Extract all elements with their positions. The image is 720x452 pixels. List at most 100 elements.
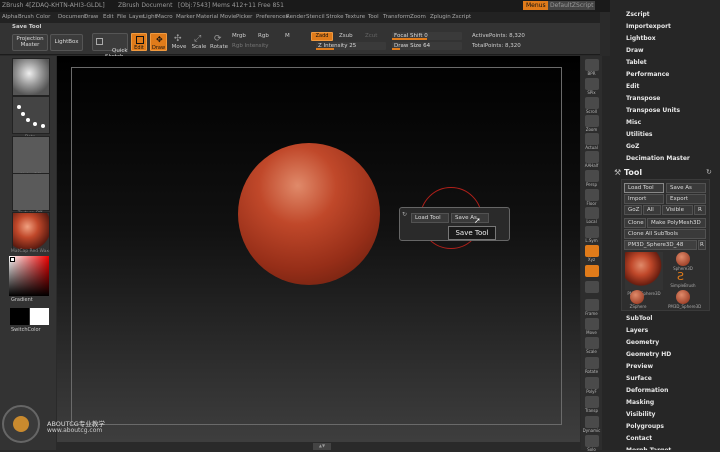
scroll-icon[interactable] <box>585 97 599 109</box>
rotate-icon[interactable] <box>585 357 599 369</box>
zoom-icon[interactable] <box>585 115 599 127</box>
tool-thumb-sphere3d[interactable] <box>676 252 690 266</box>
menu-stroke[interactable]: Stroke <box>326 14 344 20</box>
menu-material[interactable]: Material <box>196 14 218 20</box>
clone-all-subtools-button[interactable]: Clone All SubTools <box>624 229 706 239</box>
quick-sketch-button[interactable]: Quick Sketch <box>92 33 128 60</box>
alpha-thumbnail[interactable] <box>12 136 50 174</box>
draw-button[interactable]: ✥ Draw <box>150 33 167 51</box>
bpr-icon[interactable] <box>585 59 599 71</box>
zsub-button[interactable]: Zsub <box>339 33 353 39</box>
all-button[interactable]: All <box>643 205 661 215</box>
menu-macro[interactable]: Macro <box>156 14 173 20</box>
palette-misc[interactable]: Misc <box>626 119 641 126</box>
m-button[interactable]: M <box>285 33 290 39</box>
palette-geometry-hd[interactable]: Geometry HD <box>626 351 671 358</box>
actual-icon[interactable] <box>585 133 599 145</box>
popup-refresh-icon[interactable]: ↻ <box>402 211 407 218</box>
menu-render[interactable]: Render <box>286 14 306 20</box>
menu-preferences[interactable]: Preferences <box>256 14 288 20</box>
menu-stencil[interactable]: Stencil <box>306 14 325 20</box>
menu-tool[interactable]: Tool <box>368 14 379 20</box>
menu-draw[interactable]: Draw <box>84 14 98 20</box>
tool-palette-title[interactable]: Tool <box>624 168 642 177</box>
save-as-button[interactable]: Save As <box>666 183 706 193</box>
default-zscript-button[interactable]: DefaultZScript <box>548 1 596 10</box>
clone-button[interactable]: Clone <box>624 218 646 228</box>
spix-icon[interactable] <box>585 78 599 90</box>
menu-transform[interactable]: Transform <box>383 14 410 20</box>
current-tool-slider[interactable]: PM3D_Sphere3D_48 <box>624 240 697 250</box>
menu-alpha[interactable]: Alpha <box>2 14 18 20</box>
rgb-button[interactable]: Rgb <box>258 33 269 39</box>
secondary-color-swatch[interactable] <box>30 308 49 325</box>
shelf-11-icon[interactable] <box>585 265 599 277</box>
solo-icon[interactable] <box>585 435 599 447</box>
goz-button[interactable]: GoZ <box>624 205 642 215</box>
menu-color[interactable]: Color <box>36 14 50 20</box>
zcut-button[interactable]: Zcut <box>365 33 377 39</box>
visible-button[interactable]: Visible <box>662 205 693 215</box>
export-button[interactable]: Export <box>666 194 706 204</box>
gradient-label[interactable]: Gradient <box>11 297 33 303</box>
palette-decimation-master[interactable]: Decimation Master <box>626 155 690 162</box>
palette-goz[interactable]: GoZ <box>626 143 639 150</box>
menu-light[interactable]: Light <box>143 14 157 20</box>
palette-layers[interactable]: Layers <box>626 327 648 334</box>
simplebrush-icon[interactable]: Ƨ <box>677 270 684 283</box>
palette-surface[interactable]: Surface <box>626 375 652 382</box>
mrgb-button[interactable]: Mrgb <box>232 33 246 39</box>
texture-thumbnail[interactable] <box>12 173 50 211</box>
menu-movie[interactable]: Movie <box>220 14 236 20</box>
draw-size-slider[interactable]: Draw Size 64 <box>392 42 462 50</box>
primary-color-swatch[interactable] <box>10 308 29 325</box>
menu-zscript[interactable]: Zscript <box>452 14 471 20</box>
palette-masking[interactable]: Masking <box>626 399 654 406</box>
main-color-swatch[interactable] <box>10 257 15 262</box>
menu-zplugin[interactable]: Zplugin <box>430 14 451 20</box>
color-picker[interactable] <box>9 256 49 296</box>
menu-picker[interactable]: Picker <box>236 14 252 20</box>
palette-polygroups[interactable]: Polygroups <box>626 423 664 430</box>
palette-tablet[interactable]: Tablet <box>626 59 647 66</box>
palette-subtool[interactable]: SubTool <box>626 315 652 322</box>
palette-visibility[interactable]: Visibility <box>626 411 655 418</box>
palette-deformation[interactable]: Deformation <box>626 387 668 394</box>
menu-document[interactable]: Document <box>58 14 87 20</box>
transp-icon[interactable] <box>585 396 599 408</box>
palette-transpose-units[interactable]: Transpose Units <box>626 107 680 114</box>
menu-file[interactable]: File <box>117 14 126 20</box>
palette-transpose[interactable]: Transpose <box>626 95 660 102</box>
palette-zscript[interactable]: Zscript <box>626 11 650 18</box>
tool-thumb-zsphere[interactable] <box>630 290 644 304</box>
rotate-button[interactable]: ⟳ Rotate <box>210 34 228 50</box>
menu-brush[interactable]: Brush <box>18 14 34 20</box>
palette-preview[interactable]: Preview <box>626 363 653 370</box>
menu-zoom[interactable]: Zoom <box>410 14 426 20</box>
import-button[interactable]: Import <box>624 194 664 204</box>
palette-geometry[interactable]: Geometry <box>626 339 659 346</box>
z-intensity-slider[interactable]: Z Intensity 25 <box>316 42 386 50</box>
local-icon[interactable] <box>585 207 599 219</box>
menus-button[interactable]: Menus <box>523 1 549 10</box>
palette-importexport[interactable]: Importexport <box>626 23 671 30</box>
load-tool-button[interactable]: Load Tool <box>624 183 664 193</box>
palette-draw[interactable]: Draw <box>626 47 644 54</box>
scale-button[interactable]: ⤢ Scale <box>191 34 207 50</box>
lightbox-button[interactable]: LightBox <box>50 34 83 51</box>
popup-save-as-button[interactable]: Save As <box>451 213 489 223</box>
xyz-icon[interactable] <box>585 245 599 257</box>
focal-shift-slider[interactable]: Focal Shift 0 <box>392 32 462 40</box>
menu-marker[interactable]: Marker <box>176 14 195 20</box>
projection-master-button[interactable]: Projection Master <box>12 34 48 51</box>
edit-button[interactable]: Edit <box>131 33 147 51</box>
polyf-icon[interactable] <box>585 377 599 389</box>
l-sym-icon[interactable] <box>585 226 599 238</box>
persp-icon[interactable] <box>585 170 599 182</box>
palette-performance[interactable]: Performance <box>626 71 669 78</box>
dynamic-icon[interactable] <box>585 416 599 428</box>
floor-icon[interactable] <box>585 189 599 201</box>
bottom-shelf-tab[interactable]: ▲▼ <box>313 443 331 450</box>
menu-edit[interactable]: Edit <box>103 14 114 20</box>
palette-utilities[interactable]: Utilities <box>626 131 652 138</box>
